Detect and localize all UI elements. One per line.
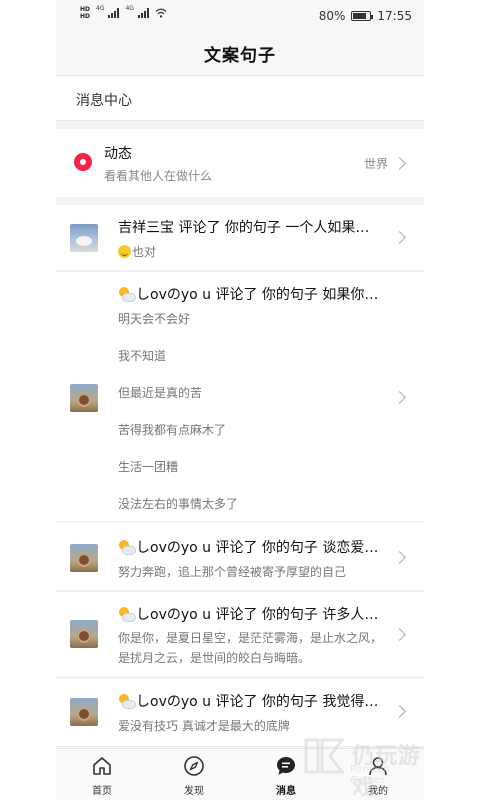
comment-line: 但最近是真的苦 (118, 386, 203, 400)
battery-percent: 80% (318, 9, 346, 23)
status-right: 80% 17:55 (319, 9, 412, 23)
avatar[interactable] (70, 620, 98, 648)
sun-cloud-emoji-icon (118, 607, 136, 622)
record-icon (74, 153, 92, 171)
app-screen: HD HD 4G 4G 80% 17:55 文案句子 消息中心 动态 看看其他人… (56, 0, 424, 800)
notification-comment: 你是你，是夏日星空，是茫茫雾海，是止水之风，是扰月之云，是世间的皎白与晦暗。 (118, 631, 383, 665)
notification-title: しovのyo u 评论了 你的句子 谈恋爱… (118, 537, 384, 557)
avatar[interactable] (70, 224, 98, 252)
sun-cloud-emoji-icon (118, 287, 136, 302)
notification-title: 吉祥三宝 评论了 你的句子 一个人如果… (118, 220, 370, 236)
compass-icon (184, 756, 204, 776)
comment-line: 生活一团糟 (118, 460, 179, 474)
home-icon (93, 757, 111, 775)
page: HD HD 4G 4G 80% 17:55 文案句子 消息中心 动态 看看其他人… (0, 0, 480, 800)
signal-icon (137, 8, 149, 18)
comment-line: 我不知道 (118, 349, 167, 363)
dynamic-scope: 世界 (363, 157, 388, 171)
message-icon (277, 757, 295, 775)
status-left: HD HD 4G 4G (80, 5, 167, 20)
page-title: 文案句子 (204, 46, 276, 66)
notification-comment: 也对 (118, 243, 388, 260)
message-center-header: 消息中心 (56, 77, 424, 121)
comment-line: 没法左右的事情太多了 (118, 497, 239, 511)
comment-line: 明天会不会好 (118, 312, 191, 326)
battery-icon (351, 11, 374, 21)
dynamic-title: 动态 (104, 146, 132, 162)
chevron-right-icon (393, 551, 406, 564)
smile-emoji-icon (118, 245, 131, 258)
notification-item[interactable]: しovのyo u 评论了 你的句子 许多人… 你是你，是夏日星空，是茫茫雾海，是… (56, 592, 424, 678)
chevron-right-icon (393, 705, 406, 718)
watermark-logo-icon (304, 738, 345, 774)
watermark: 仍玩游戏 Renwan Games (302, 734, 422, 800)
comment-line: 苦得我都有点麻木了 (118, 423, 227, 437)
sun-cloud-emoji-icon (118, 694, 136, 709)
notification-comment: 爱没有技巧 真诚才是最大的底牌 (118, 719, 290, 733)
notification-item[interactable]: しovのyo u 评论了 你的句子 如果你… 明天会不会好 我不知道 但最近是真… (56, 272, 424, 522)
notification-comment: 努力奔跑，追上那个曾经被寄予厚望的自己 (118, 565, 347, 579)
hd-indicator: HD HD (80, 6, 91, 20)
notification-item[interactable]: 吉祥三宝 评论了 你的句子 一个人如果… 也对 (56, 205, 424, 271)
notification-item[interactable]: しovのyo u 评论了 你的句子 谈恋爱… 努力奔跑，追上那个曾经被寄予厚望的… (56, 523, 424, 591)
signal-icon (108, 8, 120, 18)
clock: 17:55 (377, 9, 412, 23)
dynamic-row[interactable]: 动态 看看其他人在做什么 世界 (56, 129, 424, 197)
nav-bar: 文案句子 (56, 32, 424, 76)
avatar[interactable] (70, 698, 98, 726)
avatar[interactable] (70, 384, 98, 412)
chevron-right-icon (393, 157, 406, 170)
chevron-right-icon (393, 391, 406, 404)
status-bar: HD HD 4G 4G 80% 17:55 (56, 0, 424, 32)
notification-title: しovのyo u 评论了 你的句子 如果你… (118, 284, 384, 304)
dynamic-subtitle: 看看其他人在做什么 (104, 169, 213, 183)
notification-title: しovのyo u 评论了 你的句子 许多人… (118, 604, 384, 624)
sun-cloud-emoji-icon (118, 540, 136, 555)
notification-title: しovのyo u 评论了 你的句子 我觉得… (118, 691, 384, 711)
wifi-icon (155, 8, 167, 18)
chevron-right-icon (393, 231, 406, 244)
message-center-label: 消息中心 (76, 93, 132, 109)
tab-discover[interactable]: 发现 (148, 749, 240, 800)
tab-home[interactable]: 首页 (56, 749, 148, 800)
avatar[interactable] (70, 544, 98, 572)
chevron-right-icon (393, 628, 406, 641)
